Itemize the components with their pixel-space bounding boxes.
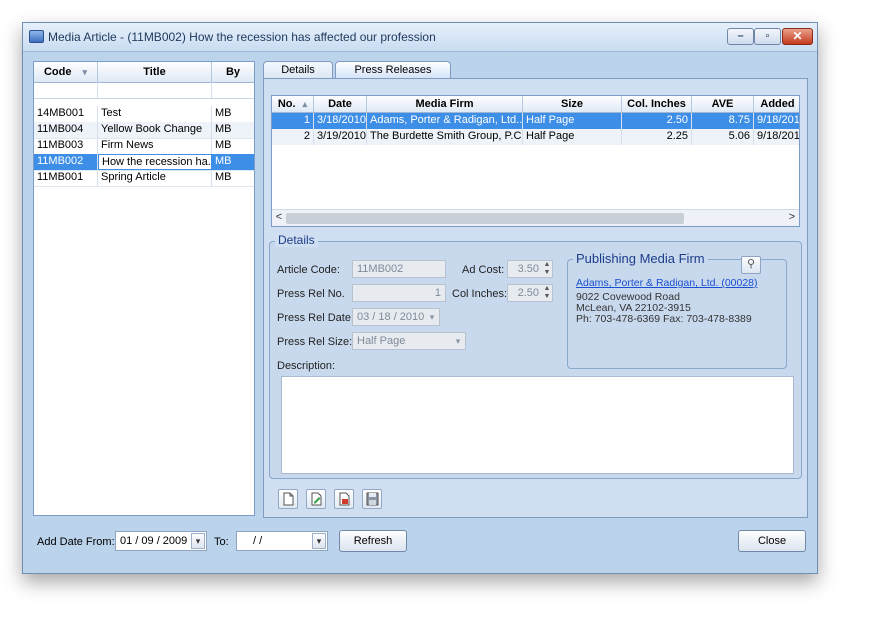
- edit-button[interactable]: [306, 489, 326, 509]
- description-textarea[interactable]: [281, 376, 794, 474]
- close-icon: ✕: [792, 29, 803, 43]
- sort-up-icon: ▴: [302, 99, 308, 109]
- column-header-no[interactable]: No. ▴: [272, 96, 314, 113]
- new-icon: [283, 492, 294, 506]
- chevron-down-icon[interactable]: ▾: [451, 333, 465, 349]
- to-date-picker[interactable]: / / ▾: [236, 531, 328, 551]
- press-rel-size-label: Press Rel Size:: [277, 336, 353, 348]
- close-button[interactable]: Close: [738, 530, 806, 552]
- media-firm-link[interactable]: Adams, Porter & Radigan, Ltd. (00028): [576, 277, 758, 289]
- new-button[interactable]: [278, 489, 298, 509]
- filter-title[interactable]: [98, 82, 212, 98]
- media-article-window: Media Article - (11MB002) How the recess…: [22, 22, 818, 574]
- column-header-size[interactable]: Size: [523, 96, 622, 113]
- column-header-title[interactable]: Title: [98, 62, 212, 82]
- article-list-header: Code ▾ Title By: [34, 62, 254, 83]
- table-row[interactable]: 2 3/19/2010 The Burdette Smith Group, P.…: [272, 129, 799, 145]
- publishing-media-firm-group: Publishing Media Firm ⚲ Adams, Porter & …: [567, 251, 787, 369]
- table-row[interactable]: 11MB003 Firm News MB: [34, 138, 254, 155]
- chevron-down-icon[interactable]: ▾: [425, 309, 439, 325]
- press-releases-grid: No. ▴ Date Media Firm Size Col. Inches A…: [271, 95, 800, 227]
- table-row-selected[interactable]: 1 3/18/2010 Adams, Porter & Radigan, Ltd…: [272, 113, 799, 129]
- delete-button[interactable]: [334, 489, 354, 509]
- minimize-icon: –: [737, 30, 744, 42]
- save-button[interactable]: [362, 489, 382, 509]
- refresh-button[interactable]: Refresh: [339, 530, 407, 552]
- scrollbar-thumb[interactable]: [286, 213, 684, 224]
- description-label: Description:: [277, 360, 336, 372]
- article-code-field: 11MB002: [352, 260, 446, 278]
- filter-code[interactable]: [34, 82, 98, 98]
- publishing-media-firm-legend: Publishing Media Firm: [573, 251, 708, 266]
- tab-details[interactable]: Details: [263, 61, 333, 78]
- table-row[interactable]: 11MB001 Spring Article MB: [34, 170, 254, 187]
- column-header-date[interactable]: Date: [314, 96, 367, 113]
- to-label: To:: [214, 536, 229, 548]
- press-rel-size-select[interactable]: Half Page ▾: [352, 332, 466, 350]
- press-rel-no-field: 1: [352, 284, 446, 302]
- add-date-from-label: Add Date From:: [37, 536, 115, 548]
- press-releases-panel: No. ▴ Date Media Firm Size Col. Inches A…: [263, 78, 808, 518]
- horizontal-scrollbar[interactable]: < >: [272, 209, 799, 226]
- press-rel-no-label: Press Rel No.: [277, 288, 345, 300]
- spinner-icon[interactable]: ▲ ▼: [542, 285, 552, 301]
- table-row[interactable]: 14MB001 Test MB: [34, 106, 254, 123]
- press-rel-date-label: Press Rel Date:: [277, 312, 355, 324]
- press-rel-date-field[interactable]: 03 / 18 / 2010 ▾: [352, 308, 440, 326]
- column-header-added[interactable]: Added: [754, 96, 799, 113]
- save-icon: [366, 492, 379, 506]
- ad-cost-field[interactable]: 3.50 ▲ ▼: [507, 260, 553, 278]
- column-header-media-firm[interactable]: Media Firm: [367, 96, 523, 113]
- ad-cost-label: Ad Cost:: [462, 264, 505, 276]
- from-date-picker[interactable]: 01 / 09 / 2009 ▾: [115, 531, 207, 551]
- details-group: Details Article Code: 11MB002 Ad Cost: 3…: [269, 233, 802, 479]
- maximize-icon: ▫: [765, 30, 770, 42]
- filter-row[interactable]: [34, 82, 254, 99]
- filter-by[interactable]: [212, 82, 254, 98]
- lookup-firm-button[interactable]: ⚲: [741, 256, 761, 274]
- column-header-col-inches[interactable]: Col. Inches: [622, 96, 692, 113]
- article-list-grid: Code ▾ Title By 14MB001 Test MB 11MB004 …: [33, 61, 255, 516]
- title-bar[interactable]: Media Article - (11MB002) How the recess…: [23, 23, 817, 52]
- firm-phone-fax: Ph: 703-478-6369 Fax: 703-478-8389: [576, 313, 752, 325]
- window-title: Media Article - (11MB002) How the recess…: [48, 30, 436, 44]
- col-inches-label: Col Inches:: [452, 288, 508, 300]
- delete-icon: [339, 492, 350, 506]
- column-header-by[interactable]: By: [212, 62, 254, 82]
- scroll-left-icon[interactable]: <: [273, 211, 285, 225]
- minimize-button[interactable]: –: [727, 28, 754, 45]
- edit-icon: [311, 492, 322, 506]
- table-row[interactable]: 11MB004 Yellow Book Change MB: [34, 122, 254, 139]
- spinner-icon[interactable]: ▲ ▼: [542, 261, 552, 277]
- app-icon: [29, 30, 44, 43]
- chevron-down-icon[interactable]: ▾: [191, 533, 205, 549]
- col-inches-field[interactable]: 2.50 ▲ ▼: [507, 284, 553, 302]
- link-icon: ⚲: [746, 258, 756, 270]
- scroll-right-icon[interactable]: >: [786, 211, 798, 225]
- details-legend: Details: [275, 233, 318, 247]
- column-header-code[interactable]: Code ▾: [34, 62, 98, 82]
- column-header-ave[interactable]: AVE: [692, 96, 754, 113]
- maximize-button[interactable]: ▫: [754, 28, 781, 45]
- close-window-button[interactable]: ✕: [782, 28, 813, 45]
- sort-down-icon: ▾: [82, 67, 88, 77]
- table-row-selected[interactable]: 11MB002 How the recession ha... MB: [34, 154, 254, 171]
- chevron-down-icon[interactable]: ▾: [312, 533, 326, 549]
- article-code-label: Article Code:: [277, 264, 340, 276]
